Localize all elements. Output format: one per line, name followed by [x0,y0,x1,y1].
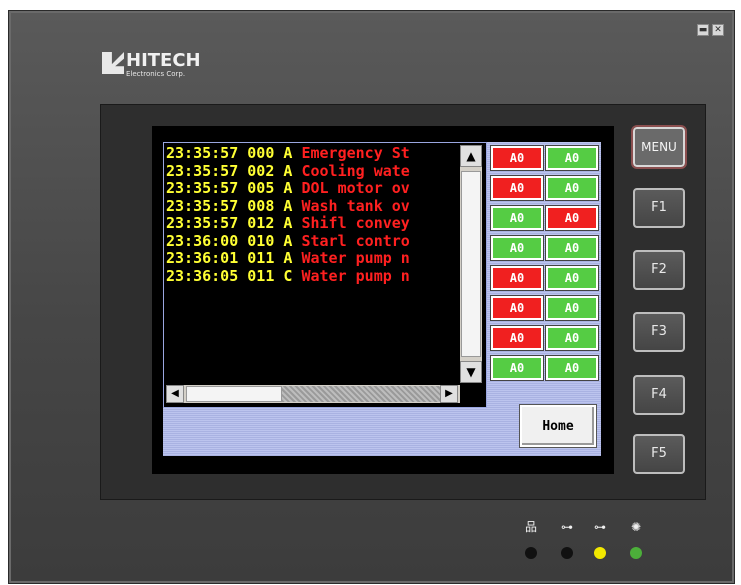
horizontal-scroll-track[interactable] [282,386,440,402]
status-indicator[interactable]: A0 [490,205,544,231]
alarm-state: A [283,196,293,215]
status-indicator[interactable]: A0 [545,325,599,351]
vertical-scrollbar[interactable]: ▲ ▼ [460,145,482,383]
alarm-message: DOL motor ov [301,179,410,197]
alarm-time: 23:35:57 [166,196,239,215]
home-button[interactable]: Home [519,404,597,448]
alarm-time: 23:36:05 [166,266,239,285]
alarm-state: A [283,231,293,250]
alarm-row[interactable]: 23:35:57 002 A Cooling wate [166,161,460,181]
brand-subtitle: Electronics Corp. [126,70,186,78]
status-led [525,547,537,559]
horizontal-scroll-thumb[interactable] [186,386,282,402]
alarm-state: A [283,179,293,197]
alarm-message: Starl contro [301,231,410,250]
close-button[interactable]: ✕ [712,24,724,36]
status-indicator[interactable]: A0 [490,265,544,291]
status-indicator[interactable]: A0 [545,145,599,171]
minimize-button[interactable]: ▬ [697,24,709,36]
status-indicator[interactable]: A0 [490,325,544,351]
alarm-panel: 23:35:57 000 A Emergency St 23:35:57 002 … [163,142,487,408]
alarm-time: 23:35:57 [166,214,239,232]
alarm-code: 008 [247,196,275,215]
alarm-time: 23:35:57 [166,145,239,162]
status-indicator[interactable]: A0 [490,295,544,321]
scroll-down-button[interactable]: ▼ [460,361,482,383]
status-indicator[interactable]: A0 [545,355,599,381]
alarm-code: 010 [247,231,275,250]
status-indicator[interactable]: A0 [490,175,544,201]
alarm-message: Wash tank ov [301,196,410,215]
alarm-message: Water pump n [301,266,410,285]
alarm-row[interactable]: 23:35:57 005 A DOL motor ov [166,179,460,198]
function-key-f2[interactable]: F2 [633,250,685,290]
status-indicator[interactable]: A0 [490,145,544,171]
status-indicator[interactable]: A0 [545,235,599,261]
alarm-row[interactable]: 23:35:57 012 A Shifl convey [166,214,460,233]
alarm-code: 002 [247,161,275,180]
alarm-message: Emergency St [301,145,410,162]
alarm-time: 23:35:57 [166,161,239,180]
scroll-right-button[interactable]: ▶ [440,385,458,403]
function-key-f4[interactable]: F4 [633,375,685,415]
status-led [630,547,642,559]
alarm-row[interactable]: 23:35:57 008 A Wash tank ov [166,196,460,216]
alarm-message: Shifl convey [301,214,410,232]
alarm-state: A [283,214,293,232]
status-led [594,547,606,559]
menu-key[interactable]: MENU [631,125,687,169]
brand-name: HITECH [126,50,201,71]
function-key-f3[interactable]: F3 [633,312,685,352]
alarm-time: 23:36:01 [166,249,239,267]
alarm-state: A [283,161,293,180]
power-light-icon: ✺ [630,520,642,534]
function-key-f1[interactable]: F1 [633,188,685,228]
alarm-code: 005 [247,179,275,197]
key-icon: ⊶ [561,520,573,534]
alarm-row[interactable]: 23:36:05 011 C Water pump n [166,266,460,286]
alarm-time: 23:35:57 [166,179,239,197]
alarm-code: 011 [247,249,275,267]
alarm-code: 000 [247,145,275,162]
status-indicator[interactable]: A0 [545,175,599,201]
alarm-code: 011 [247,266,275,285]
status-indicator[interactable]: A0 [545,205,599,231]
function-key-f5[interactable]: F5 [633,434,685,474]
alarm-row[interactable]: 23:35:57 000 A Emergency St [166,145,460,163]
status-indicator[interactable]: A0 [490,235,544,261]
alarm-state: A [283,145,293,162]
status-indicator[interactable]: A0 [490,355,544,381]
brand-mark-icon [102,52,124,74]
key-icon: ⊶ [594,520,606,534]
alarm-state: C [283,266,293,285]
alarm-row[interactable]: 23:36:00 010 A Starl contro [166,231,460,251]
alarm-message: Cooling wate [301,161,410,180]
status-led [561,547,573,559]
network-icon: 品 [524,520,537,534]
alarm-row[interactable]: 23:36:01 011 A Water pump n [166,249,460,268]
alarm-message: Water pump n [301,249,410,267]
brand-logo: HITECH Electronics Corp. [102,50,222,84]
vertical-scroll-thumb[interactable] [461,171,481,357]
alarm-time: 23:36:00 [166,231,239,250]
status-indicator[interactable]: A0 [545,265,599,291]
alarm-code: 012 [247,214,275,232]
scroll-up-button[interactable]: ▲ [460,145,482,167]
horizontal-scrollbar[interactable]: ◀ ▶ [166,385,460,403]
status-indicator[interactable]: A0 [545,295,599,321]
scroll-left-button[interactable]: ◀ [166,385,184,403]
alarm-list[interactable]: 23:35:57 000 A Emergency St 23:35:57 002 … [166,145,460,383]
alarm-state: A [283,249,293,267]
